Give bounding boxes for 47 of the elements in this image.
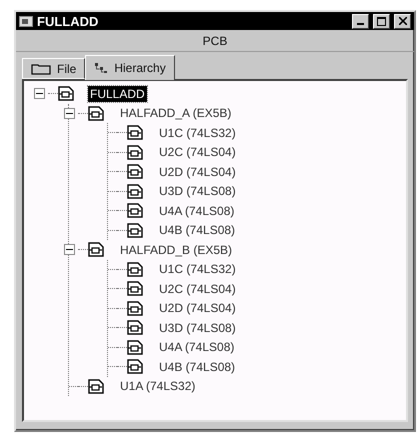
document-icon	[58, 86, 74, 102]
maximize-icon	[377, 16, 386, 26]
panel-header: PCB	[16, 30, 414, 52]
tree-item[interactable]: U2C (74LS04)	[157, 144, 238, 160]
document-icon	[127, 164, 143, 180]
tree-item[interactable]: U3D (74LS08)	[157, 183, 238, 200]
tree-item[interactable]: HALFADD_A (EX5B)	[118, 105, 234, 122]
document-icon	[127, 203, 143, 218]
folder-icon	[31, 62, 51, 74]
tree-item[interactable]: HALFADD_B (EX5B)	[118, 242, 234, 258]
tree-item[interactable]: U1A (74LS32)	[118, 378, 198, 394]
tree-item[interactable]: U4A (74LS08)	[157, 202, 236, 219]
document-icon	[127, 359, 143, 374]
tree-item[interactable]: U3D (74LS08)	[157, 320, 238, 336]
tree-item[interactable]: U1C (74LS32)	[157, 124, 238, 141]
document-icon	[88, 106, 104, 121]
document-icon	[127, 281, 143, 296]
document-icon	[88, 242, 104, 258]
collapse-toggle[interactable]	[64, 244, 74, 256]
collapse-toggle[interactable]	[64, 108, 74, 119]
document-icon	[88, 378, 104, 394]
tree-item[interactable]: U4B (74LS08)	[157, 222, 238, 238]
close-icon	[398, 17, 406, 25]
minimize-button[interactable]	[352, 14, 369, 28]
app-icon	[19, 16, 33, 26]
document-icon	[127, 320, 143, 336]
document-icon	[127, 184, 143, 199]
tree-item[interactable]: U4B (74LS08)	[157, 358, 238, 375]
tab[interactable]: File	[22, 58, 86, 79]
hierarchy-icon	[94, 62, 108, 74]
maximize-button[interactable]	[373, 14, 390, 28]
tab[interactable]: Hierarchy	[85, 55, 175, 80]
window-title: FULLADD	[37, 14, 100, 28]
tree-item[interactable]: U2D (74LS04)	[157, 300, 238, 316]
tree-item[interactable]: U4A (74LS08)	[157, 339, 236, 356]
document-icon	[127, 340, 143, 355]
document-icon	[127, 144, 143, 160]
collapse-toggle[interactable]	[34, 88, 44, 100]
tree-item[interactable]: U1C (74LS32)	[157, 261, 238, 278]
tree-item[interactable]: U2C (74LS04)	[157, 280, 238, 297]
document-icon	[127, 262, 143, 277]
document-icon	[127, 222, 143, 238]
tree-item[interactable]: U2D (74LS04)	[157, 164, 238, 180]
tree-item[interactable]: FULLADD	[88, 86, 147, 102]
close-button[interactable]	[394, 14, 411, 28]
document-icon	[127, 300, 143, 316]
document-icon	[127, 125, 143, 140]
